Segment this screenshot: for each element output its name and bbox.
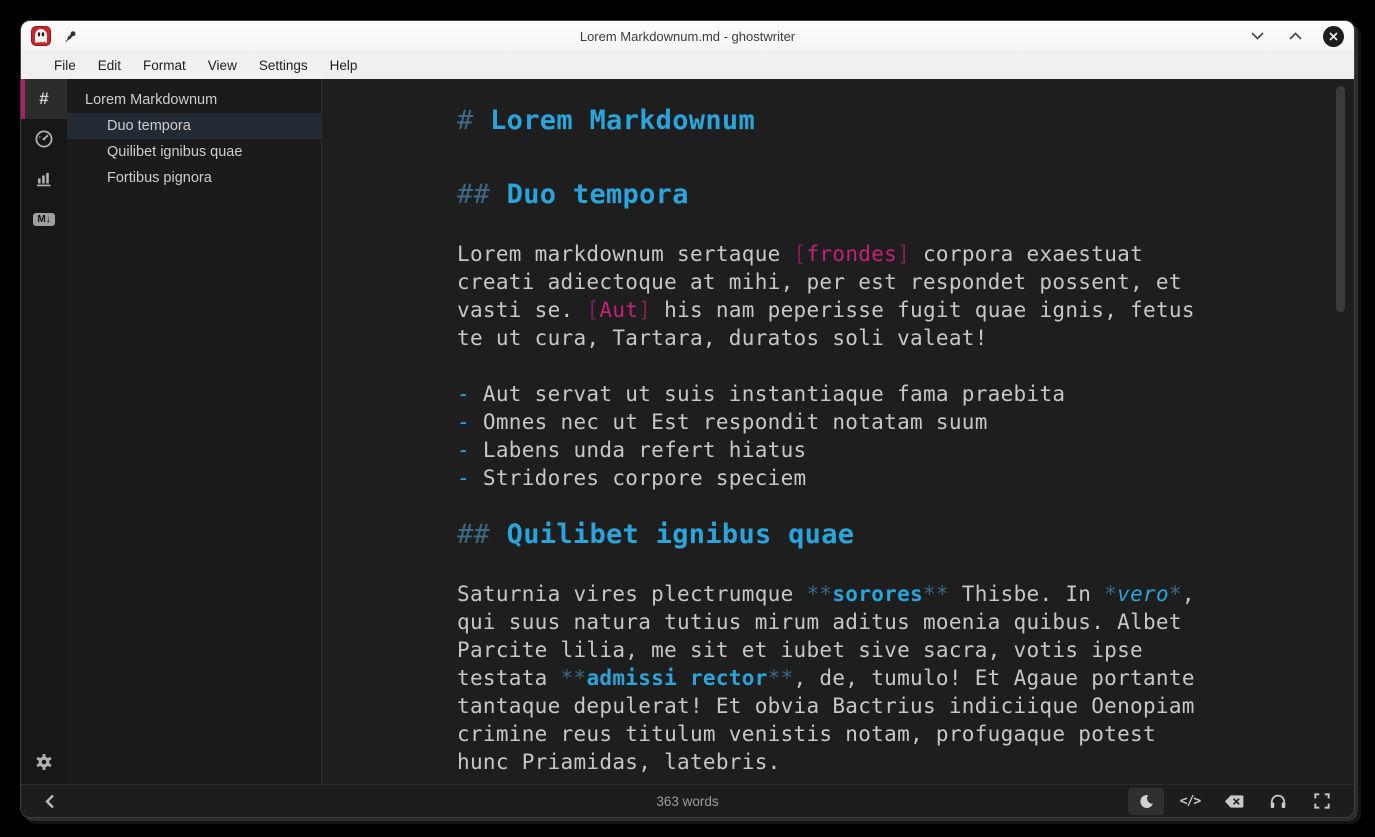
hash-icon: # <box>39 89 48 109</box>
strip-spacer <box>21 239 67 740</box>
block-h2: ## Quilibet ignibus quae <box>457 517 1202 553</box>
menu-edit[interactable]: Edit <box>87 54 132 77</box>
block-h1: # Lorem Markdownum <box>457 103 1202 139</box>
fullscreen-icon <box>1314 793 1330 809</box>
status-bar: 363 words </> <box>21 784 1354 817</box>
close-button[interactable] <box>1322 25 1344 47</box>
outline-item[interactable]: Lorem Markdownum <box>67 87 321 113</box>
focus-mode-toggle[interactable] <box>1260 788 1296 815</box>
list-item: - Labens unda refert hiatus <box>457 436 1202 464</box>
moon-icon <box>1138 793 1155 810</box>
gauge-icon <box>34 129 54 149</box>
hemingway-mode-toggle[interactable] <box>1216 788 1252 815</box>
block-h2: ## Duo tempora <box>457 177 1202 213</box>
maximize-button[interactable] <box>1284 25 1306 47</box>
ghostwriter-window: Lorem Markdownum.md - ghostwriter FileEd… <box>20 20 1355 818</box>
settings-button[interactable] <box>21 740 67 784</box>
menu-view[interactable]: View <box>197 54 248 77</box>
list-item: - Aut servat ut suis instantiaque fama p… <box>457 380 1202 408</box>
menu-bar: FileEditFormatViewSettingsHelp <box>21 51 1354 79</box>
document[interactable]: # Lorem Markdownum ## Duo tempora Lorem ma… <box>457 103 1202 784</box>
bar-chart-icon <box>34 169 54 189</box>
headphones-icon <box>1269 793 1287 809</box>
main-area: # M↓ <box>21 79 1354 784</box>
tab-document-statistics[interactable] <box>21 159 67 199</box>
tab-cheat-sheet[interactable]: M↓ <box>21 199 67 239</box>
menu-settings[interactable]: Settings <box>248 54 319 77</box>
menu-help[interactable]: Help <box>319 54 369 77</box>
pin-icon[interactable] <box>63 29 78 44</box>
list-item: - Omnes nec ut Est respondit notatam suu… <box>457 408 1202 436</box>
block-ul: - Aut servat ut suis instantiaque fama p… <box>457 380 1202 492</box>
html-preview-toggle[interactable]: </> <box>1172 788 1208 815</box>
chevron-left-icon <box>45 794 55 809</box>
title-bar: Lorem Markdownum.md - ghostwriter <box>21 21 1354 51</box>
block-p: Saturnia vires plectrumque **sorores** T… <box>457 580 1202 776</box>
outline-list: Lorem MarkdownumDuo temporaQuilibet igni… <box>67 87 321 191</box>
editor-pane[interactable]: # Lorem Markdownum ## Duo tempora Lorem ma… <box>322 79 1354 784</box>
list-item: - Stridores corpore speciem <box>457 464 1202 492</box>
close-icon <box>1323 26 1344 47</box>
chevron-up-icon <box>1289 32 1302 40</box>
outline-item[interactable]: Duo tempora <box>67 113 321 139</box>
tab-outline[interactable]: # <box>21 79 67 119</box>
markdown-icon: M↓ <box>33 213 54 226</box>
backspace-icon <box>1223 794 1245 809</box>
outline-item[interactable]: Quilibet ignibus quae <box>67 139 321 165</box>
outline-item[interactable]: Fortibus pignora <box>67 165 321 191</box>
menu-file[interactable]: File <box>43 54 87 77</box>
dark-mode-toggle[interactable] <box>1128 788 1164 815</box>
minimize-button[interactable] <box>1246 25 1268 47</box>
menu-format[interactable]: Format <box>132 54 197 77</box>
sidebar-tab-strip: # M↓ <box>21 79 67 784</box>
outline-panel: Lorem MarkdownumDuo temporaQuilibet igni… <box>67 79 322 784</box>
ghostwriter-app-icon <box>31 26 51 46</box>
editor-scrollbar[interactable] <box>1336 86 1345 312</box>
gear-icon <box>35 753 53 771</box>
chevron-down-icon <box>1251 32 1264 40</box>
fullscreen-toggle[interactable] <box>1304 788 1340 815</box>
block-p: Lorem markdownum sertaque [frondes] corp… <box>457 240 1202 352</box>
code-icon: </> <box>1180 794 1200 809</box>
hide-sidebar-button[interactable] <box>35 788 65 815</box>
tab-session-statistics[interactable] <box>21 119 67 159</box>
window-title: Lorem Markdownum.md - ghostwriter <box>21 29 1354 44</box>
